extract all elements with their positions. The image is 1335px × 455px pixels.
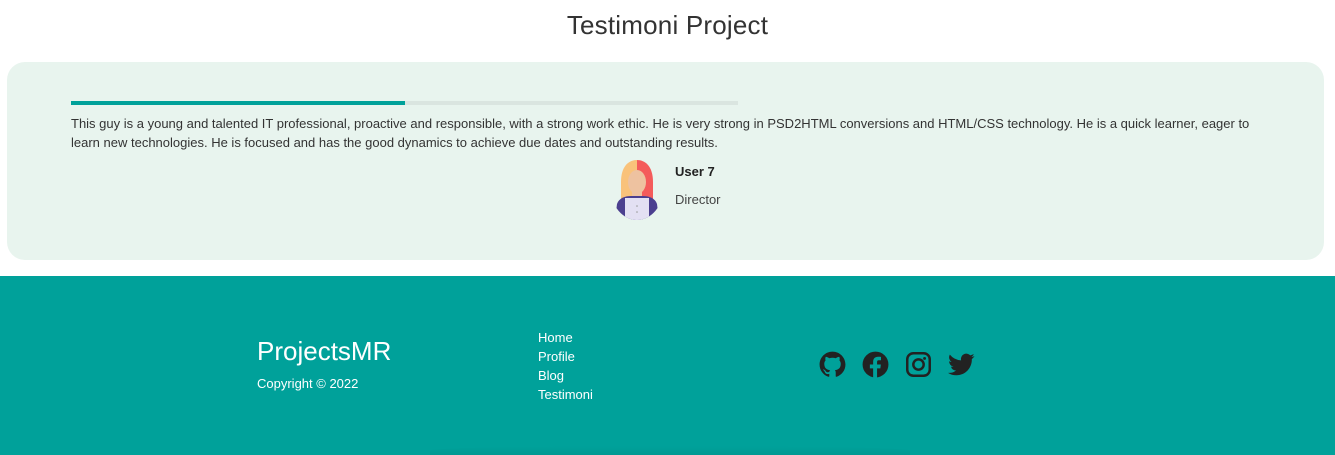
testimonial-card: This guy is a young and talented IT prof… <box>7 62 1324 260</box>
footer-nav: Home Profile Blog Testimoni <box>538 328 593 404</box>
copyright-text: Copyright © 2022 <box>257 376 359 391</box>
github-icon[interactable] <box>819 351 846 378</box>
footer-link-testimoni[interactable]: Testimoni <box>538 385 593 404</box>
social-links <box>819 351 991 378</box>
footer-brand: ProjectsMR <box>257 336 392 366</box>
twitter-icon[interactable] <box>948 351 975 378</box>
author-role: Director <box>675 192 721 207</box>
page-title: Testimoni Project <box>566 10 769 40</box>
footer-link-profile[interactable]: Profile <box>538 347 593 366</box>
footer-link-home[interactable]: Home <box>538 328 593 347</box>
footer-link-blog[interactable]: Blog <box>538 366 593 385</box>
testimonial-quote: This guy is a young and talented IT prof… <box>71 116 1250 150</box>
instagram-icon[interactable] <box>905 351 932 378</box>
footer: ProjectsMR Copyright © 2022 Home Profile… <box>0 276 1335 455</box>
author-name: User 7 <box>675 164 715 179</box>
testimonial-progress-fill <box>71 101 405 105</box>
testimonial-progress-bar <box>71 101 738 105</box>
footer-decoration <box>430 446 910 455</box>
female-user-avatar-icon <box>611 158 663 220</box>
testimonial-author: User 7 Director <box>611 158 721 220</box>
facebook-icon[interactable] <box>862 351 889 378</box>
